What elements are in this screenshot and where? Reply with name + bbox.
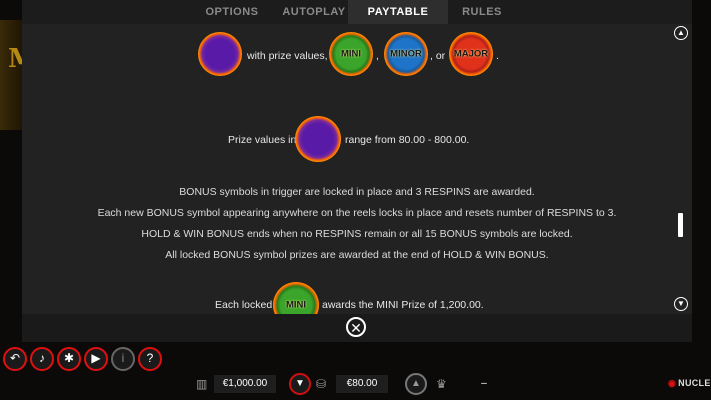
- mini-orb-label: MINI: [340, 48, 362, 60]
- bet-value: €80.00: [336, 375, 388, 393]
- mini-orb-icon-2: MINI: [273, 282, 319, 314]
- bonus-orb-icon-2: [295, 116, 341, 162]
- brand-mark-icon: ◉: [668, 378, 677, 388]
- paytable-content: with prize values, MINI , MINOR , or MAJ…: [22, 24, 692, 314]
- line1-end: .: [496, 50, 499, 62]
- bet-increase-icon[interactable]: ▲: [405, 373, 427, 395]
- brand-name: NUCLEUS: [678, 378, 711, 388]
- info-icon[interactable]: i: [111, 347, 135, 371]
- major-orb-label: MAJOR: [453, 48, 489, 60]
- mini-prize-text: awards the MINI Prize of 1,200.00.: [322, 299, 484, 311]
- rule-line-3: HOLD & WIN BONUS ends when no RESPINS re…: [141, 228, 573, 240]
- trophy-icon: ♛: [436, 377, 447, 391]
- back-icon[interactable]: ↶: [3, 347, 27, 371]
- each-locked-prefix: Each locked: [215, 299, 273, 311]
- scrollbar-thumb[interactable]: [678, 213, 683, 237]
- coins-icon: ⛁: [316, 377, 327, 391]
- mini-orb-icon: MINI: [329, 32, 373, 76]
- minor-orb-label: MINOR: [390, 48, 422, 60]
- sound-icon[interactable]: ♪: [30, 347, 54, 371]
- close-icon[interactable]: ✕: [346, 317, 366, 337]
- major-orb-icon: MAJOR: [449, 32, 493, 76]
- line1-separator: ,: [376, 50, 379, 62]
- rule-line-4: All locked BONUS symbol prizes are award…: [165, 249, 549, 261]
- rule-line-1: BONUS symbols in trigger are locked in p…: [179, 186, 535, 198]
- paytable-panel: OPTIONS AUTOPLAY PAYTABLE RULES with pri…: [22, 0, 692, 342]
- prize-values-prefix: Prize values in: [228, 134, 297, 146]
- win-value: –: [481, 378, 487, 389]
- rule-line-2: Each new BONUS symbol appearing anywhere…: [97, 207, 617, 219]
- bet-decrease-icon[interactable]: ▼: [289, 373, 311, 395]
- balance-value: €1,000.00: [214, 375, 276, 393]
- minor-orb-icon: MINOR: [384, 32, 428, 76]
- help-icon[interactable]: ?: [138, 347, 162, 371]
- mini-orb-label-2: MINI: [285, 299, 307, 311]
- play-icon[interactable]: ▶: [84, 347, 108, 371]
- settings-icon[interactable]: ✱: [57, 347, 81, 371]
- tab-rules[interactable]: RULES: [432, 0, 532, 24]
- brand-logo: ◉NUCLEUS: [668, 378, 711, 389]
- scroll-down-icon[interactable]: ▼: [674, 297, 688, 311]
- scroll-up-icon[interactable]: ▲: [674, 26, 688, 40]
- tab-bar: OPTIONS AUTOPLAY PAYTABLE RULES: [22, 0, 692, 24]
- bottom-bar: ▥ €1,000.00 ▼ ⛁ €80.00 ▲ ♛ – ◉NUCLEUS: [0, 370, 711, 400]
- line1-text: with prize values,: [247, 50, 328, 62]
- close-bar: ✕: [22, 314, 692, 342]
- bank-icon: ▥: [196, 377, 208, 391]
- line1-or: , or: [430, 50, 446, 62]
- prize-values-range: range from 80.00 - 800.00.: [345, 134, 470, 146]
- bonus-orb-icon: [198, 32, 242, 76]
